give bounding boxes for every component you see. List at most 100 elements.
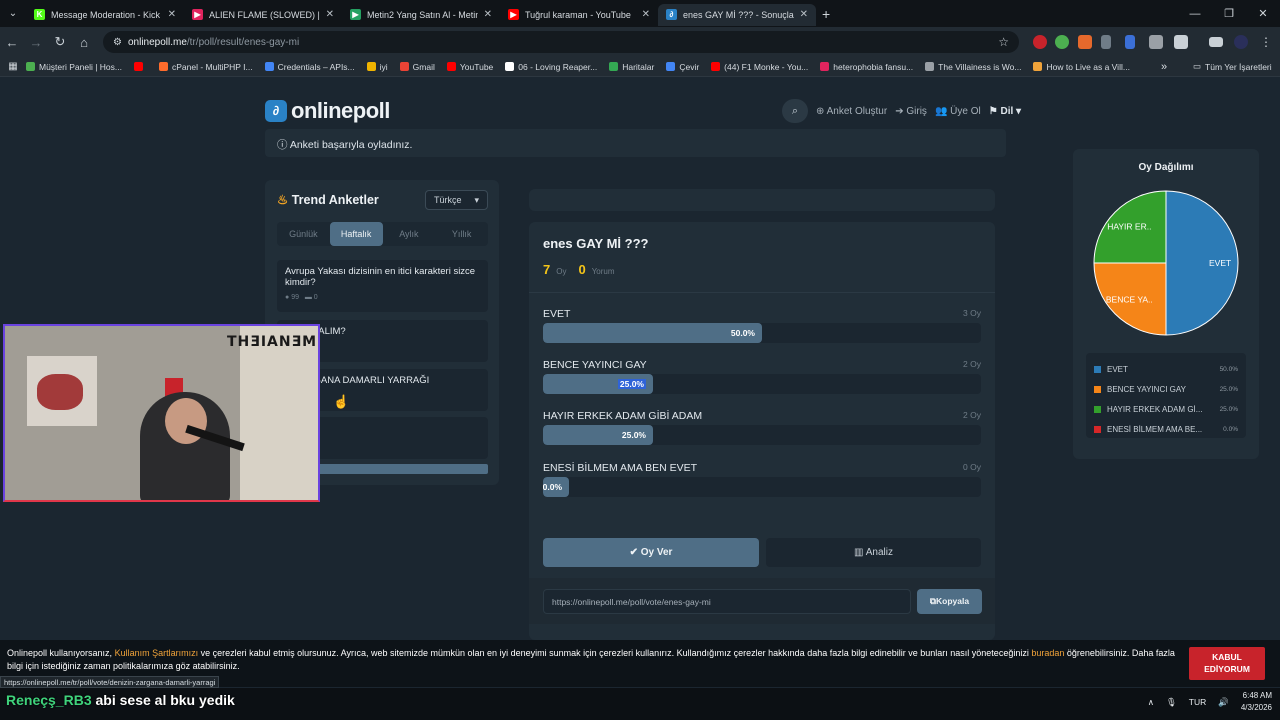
period-tab[interactable]: Aylık: [383, 222, 436, 246]
share-row: https://onlinepoll.me/poll/vote/enes-gay…: [529, 578, 995, 624]
browser-tab[interactable]: ▶ Tuğrul karaman - YouTube ✕: [500, 4, 658, 26]
option-progress-fill: 50.0%: [543, 323, 762, 343]
extension-icon[interactable]: [1078, 35, 1092, 49]
pie-slice-label: BENCE YA..: [1106, 295, 1153, 305]
volume-icon[interactable]: 🔊: [1218, 697, 1229, 708]
bookmark-item[interactable]: YouTube: [446, 62, 493, 72]
home-icon[interactable]: ⌂: [72, 35, 96, 50]
extension-icon[interactable]: [1055, 35, 1069, 49]
legend-swatch: [1094, 365, 1101, 373]
create-poll-link[interactable]: ⊕ Anket Oluştur: [816, 106, 887, 117]
tab-close-icon[interactable]: ✕: [484, 9, 492, 20]
legend-swatch: [1094, 405, 1101, 413]
tab-close-icon[interactable]: ✕: [642, 9, 650, 20]
signup-link[interactable]: 👥 Üye Ol: [935, 106, 981, 117]
copy-button[interactable]: ⧉Kopyala: [917, 589, 982, 614]
legend-item[interactable]: BENCE YAYINCI GAY 25.0%: [1094, 379, 1238, 399]
period-tab[interactable]: Günlük: [277, 222, 330, 246]
legend-item[interactable]: HAYIR ERKEK ADAM Gİ... 25.0%: [1094, 399, 1238, 419]
new-tab-button[interactable]: +: [822, 6, 830, 22]
bookmark-item[interactable]: Çevir: [666, 62, 699, 72]
tab-close-icon[interactable]: ✕: [800, 9, 808, 20]
language-dropdown[interactable]: ⚑ Dil ▾: [989, 106, 1021, 117]
extension-icon[interactable]: [1101, 35, 1111, 49]
trend-poll-meta: ● 99 ▬ 0: [285, 294, 318, 301]
all-bookmarks-folder[interactable]: ▭ Tüm Yer İşaretleri: [1193, 61, 1272, 72]
bookmark-item[interactable]: [134, 62, 147, 71]
bookmark-label: cPanel - MultiPHP I...: [172, 61, 253, 72]
extension-icon[interactable]: [1125, 35, 1135, 49]
tab-search-icon[interactable]: ⌄: [0, 8, 26, 19]
bookmark-item[interactable]: iyi: [366, 62, 388, 72]
site-logo[interactable]: ∂ onlinepoll: [265, 98, 390, 124]
site-info-icon[interactable]: ⚙: [113, 37, 122, 48]
bookmark-star-icon[interactable]: ☆: [998, 35, 1009, 49]
bookmark-item[interactable]: Müşteri Paneli | Hos...: [26, 62, 122, 72]
trend-poll-item[interactable]: Avrupa Yakası dizisinin en itici karakte…: [277, 260, 488, 312]
option-percent: 50.0%: [730, 328, 755, 338]
bookmark-item[interactable]: 06 - Loving Reaper...: [505, 62, 597, 72]
bookmark-item[interactable]: heterophobia fansu...: [820, 62, 913, 72]
terms-link[interactable]: Kullanım Şartlarımızı: [115, 648, 199, 658]
browser-tab[interactable]: ▶ Metin2 Yang Satın Al - Metin2 ✕: [342, 4, 500, 26]
poll-stats: 7 Oy 0 Yorum: [543, 262, 615, 277]
bookmark-item[interactable]: Gmail: [399, 62, 435, 72]
vote-button[interactable]: ✔ Oy Ver: [543, 538, 759, 567]
legend-item[interactable]: ENESİ BİLMEM AMA BE... 0.0%: [1094, 419, 1238, 439]
bookmark-item[interactable]: How to Live as a Vill...: [1033, 62, 1130, 72]
legend-swatch: [1094, 425, 1101, 433]
poll-option: ENESİ BİLMEM AMA BEN EVET 0 Oy 0.0%: [543, 462, 981, 497]
accept-cookies-button[interactable]: KABUL EDİYORUM: [1189, 647, 1265, 680]
more-bookmarks-chevron-icon[interactable]: »: [1161, 61, 1167, 73]
apps-grid-icon[interactable]: ▦: [0, 61, 26, 72]
profile-avatar[interactable]: [1234, 35, 1248, 49]
tab-close-icon[interactable]: ✕: [326, 9, 334, 20]
legend-swatch: [1094, 385, 1101, 393]
login-link[interactable]: ➔ Giriş: [895, 106, 927, 117]
clock[interactable]: 6:48 AM 4/3/2026: [1241, 690, 1272, 714]
bookmark-favicon-icon: [159, 62, 168, 71]
option-progress-fill: 25.0%: [543, 425, 653, 445]
legend-item[interactable]: EVET 50.0%: [1094, 359, 1238, 379]
browser-tab[interactable]: ∂ enes GAY Mİ ??? - Sonuçları | O ✕: [658, 3, 816, 26]
tray-chevron-icon[interactable]: ∧: [1148, 697, 1154, 708]
analysis-button[interactable]: ▥ Analiz: [766, 538, 981, 567]
url-host: onlinepoll.me: [127, 36, 187, 48]
forward-icon[interactable]: →: [24, 35, 48, 50]
period-tab[interactable]: Yıllık: [435, 222, 488, 246]
reading-list-icon[interactable]: [1209, 37, 1223, 47]
bookmark-item[interactable]: The Villainess is Wo...: [925, 62, 1021, 72]
browser-tab[interactable]: K Message Moderation - Kick Da ✕: [26, 4, 184, 26]
share-url-field[interactable]: https://onlinepoll.me/poll/vote/enes-gay…: [543, 589, 911, 614]
legend-label: HAYIR ERKEK ADAM Gİ...: [1107, 404, 1203, 414]
legend-percent: 50.0%: [1219, 365, 1238, 373]
bookmark-item[interactable]: Credentials – APIs...: [264, 62, 355, 72]
option-label: ENESİ BİLMEM AMA BEN EVET: [543, 462, 698, 474]
here-link[interactable]: buradan: [1031, 648, 1064, 658]
search-button[interactable]: ⌕: [782, 99, 808, 123]
url-bar[interactable]: ⚙ onlinepoll.me/tr/poll/result/enes-gay-…: [103, 31, 1019, 53]
check-circle-icon: ✔: [629, 547, 638, 558]
restore-icon[interactable]: ❐: [1212, 7, 1246, 20]
logo-icon: ∂: [265, 100, 287, 122]
browser-tab[interactable]: ▶ ALIEN FLAME (SLOWED) | Y ✕: [184, 4, 342, 26]
input-language[interactable]: TUR: [1189, 697, 1206, 707]
bookmark-item[interactable]: (44) F1 Monke - You...: [711, 62, 808, 72]
reload-icon[interactable]: ↻: [48, 34, 72, 50]
bookmark-item[interactable]: cPanel - MultiPHP I...: [159, 62, 253, 72]
minimize-icon[interactable]: —: [1178, 8, 1212, 20]
tab-close-icon[interactable]: ✕: [168, 9, 176, 20]
period-tab[interactable]: Haftalık: [329, 222, 383, 246]
language-select[interactable]: Türkçe ▾: [425, 190, 488, 210]
back-icon[interactable]: ←: [0, 35, 24, 50]
option-progress-track: 0.0%: [543, 477, 981, 497]
close-window-icon[interactable]: ✕: [1246, 7, 1280, 20]
bookmark-label: Haritalar: [622, 61, 655, 72]
extension-icon[interactable]: [1033, 35, 1047, 49]
extensions-puzzle-icon[interactable]: [1174, 35, 1188, 49]
menu-kebab-icon[interactable]: ⋮: [1260, 35, 1274, 49]
tab-title: ALIEN FLAME (SLOWED) | Y: [209, 9, 320, 20]
extension-icon[interactable]: [1149, 35, 1163, 49]
bookmark-item[interactable]: Haritalar: [609, 62, 654, 72]
mic-icon[interactable]: 🎙: [1166, 697, 1177, 708]
